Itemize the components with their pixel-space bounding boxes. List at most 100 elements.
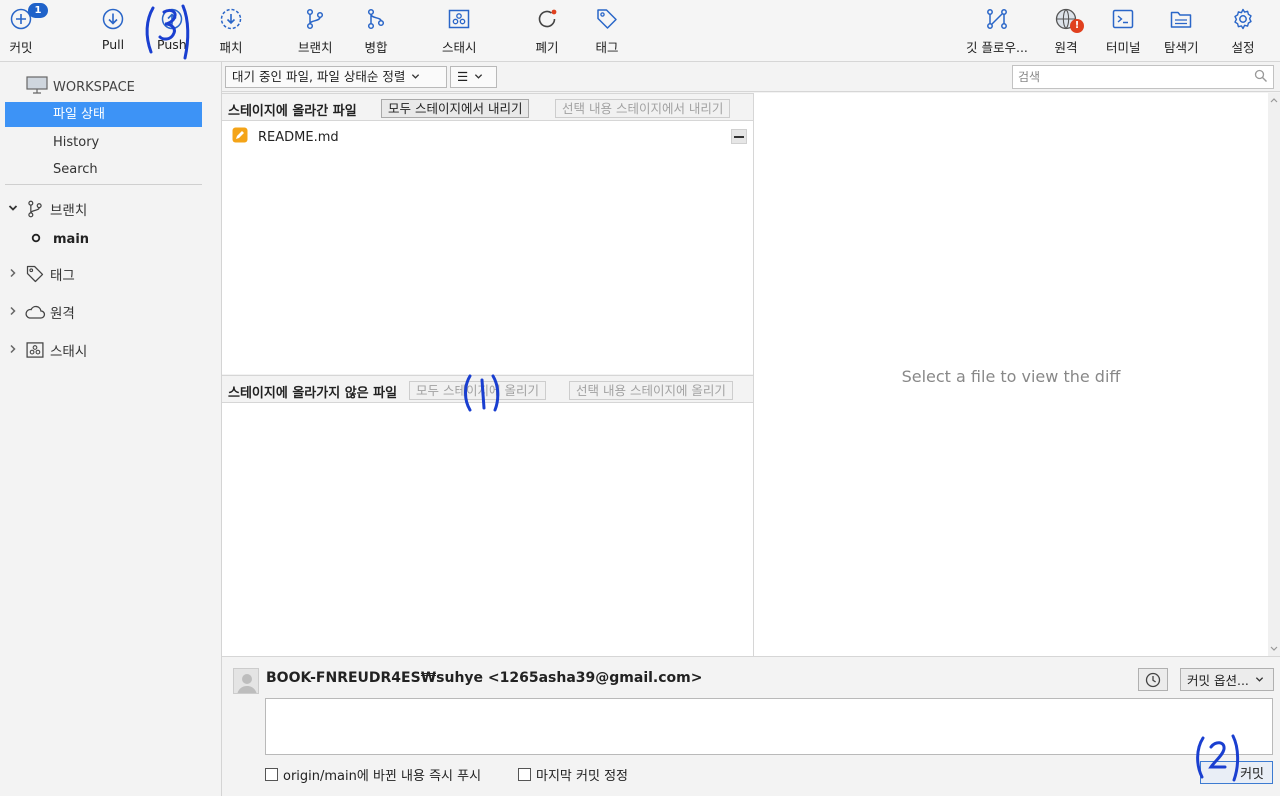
file-status-dropdown[interactable]: 대기 중인 파일, 파일 상태순 정렬 [225, 66, 447, 88]
settings-button[interactable]: 설정 [1230, 6, 1256, 56]
sidebar-section-tags[interactable]: 태그 [8, 263, 75, 285]
pull-button[interactable]: Pull [100, 6, 126, 56]
commit-panel: BOOK-FNREUDR4ES₩suhye <1265asha39@gmail.… [222, 656, 1280, 796]
chevron-right-icon [8, 268, 20, 281]
sidebar-item-history[interactable]: History [5, 130, 202, 155]
commit-history-button[interactable] [1138, 668, 1168, 691]
discard-button[interactable]: 폐기 [534, 6, 560, 56]
amend-commit-checkbox[interactable]: 마지막 커밋 정정 [518, 765, 628, 784]
toolbar: 1 커밋 Pull Push 패치 브랜치 병합 스태시 폐기 태그 깃 플로우… [0, 0, 1280, 62]
push-icon [159, 6, 185, 32]
cloud-icon [24, 301, 46, 323]
settings-label: 설정 [1231, 40, 1255, 55]
sidebar: WORKSPACE 파일 상태 History Search 브랜치 main … [0, 62, 222, 796]
commit-count-badge: 1 [28, 3, 48, 18]
gear-icon [1230, 6, 1256, 32]
merge-label: 병합 [364, 40, 388, 55]
workspace-label: WORKSPACE [53, 79, 135, 95]
filter-bar: 대기 중인 파일, 파일 상태순 정렬 ☰ [222, 62, 1280, 92]
staged-files-title: 스테이지에 올라간 파일 [228, 104, 357, 119]
clock-icon [1145, 672, 1161, 687]
file-status-dropdown-value: 대기 중인 파일, 파일 상태순 정렬 [232, 69, 406, 84]
push-immediately-label: origin/main에 바뀐 내용 즉시 푸시 [283, 769, 482, 784]
current-branch-icon [31, 232, 41, 247]
pull-label: Pull [101, 37, 125, 52]
view-mode-dropdown[interactable]: ☰ [450, 66, 497, 88]
sidebar-item-file-status[interactable]: 파일 상태 [5, 102, 202, 127]
discard-icon [534, 6, 560, 32]
staged-files-pane: 스테이지에 올라간 파일 모두 스테이지에서 내리기 선택 내용 스테이지에서 … [222, 93, 753, 374]
merge-icon [363, 6, 389, 32]
unstage-file-icon[interactable] [731, 129, 747, 144]
push-immediately-checkbox[interactable]: origin/main에 바뀐 내용 즉시 푸시 [265, 765, 481, 784]
sidebar-item-search[interactable]: Search [5, 157, 202, 182]
scroll-down-icon [1270, 646, 1278, 651]
file-name: README.md [258, 129, 339, 145]
unstage-selected-button[interactable]: 선택 내용 스테이지에서 내리기 [555, 99, 731, 118]
chevron-down-icon [8, 203, 20, 216]
unstaged-files-title: 스테이지에 올라가지 않은 파일 [228, 386, 398, 401]
commit-button[interactable]: 1 커밋 [8, 3, 48, 56]
terminal-button[interactable]: 터미널 [1106, 6, 1141, 56]
git-flow-label: 깃 플로우... [966, 40, 1028, 55]
checkbox-box [265, 768, 278, 781]
git-flow-button[interactable]: 깃 플로우... [966, 6, 1028, 56]
amend-commit-label: 마지막 커밋 정정 [536, 769, 628, 784]
remote-label: 원격 [1054, 40, 1078, 55]
branch-item-main[interactable]: main [31, 232, 89, 247]
branch-icon [24, 198, 46, 220]
modified-file-icon [232, 127, 248, 147]
fetch-icon [218, 6, 244, 32]
stage-all-button[interactable]: 모두 스테이지에 올리기 [409, 381, 546, 400]
chevron-right-icon [8, 306, 20, 319]
folder-icon [1168, 6, 1194, 32]
branches-label: 브랜치 [50, 203, 88, 219]
terminal-icon [1110, 6, 1136, 32]
chevron-down-icon [474, 67, 483, 87]
merge-button[interactable]: 병합 [363, 6, 389, 56]
terminal-label: 터미널 [1106, 40, 1141, 55]
stash-icon [446, 6, 472, 32]
remote-button[interactable]: ! 원격 [1053, 6, 1084, 56]
checkbox-box [518, 768, 531, 781]
unstaged-files-header: 스테이지에 올라가지 않은 파일 모두 스테이지에 올리기 선택 내용 스테이지… [222, 375, 753, 403]
branch-icon [302, 6, 328, 32]
fetch-button[interactable]: 패치 [218, 6, 244, 56]
branch-name: main [53, 232, 90, 247]
diff-view: Select a file to view the diff [754, 93, 1268, 656]
chevron-down-icon [411, 67, 420, 87]
unstaged-files-pane: 스테이지에 올라가지 않은 파일 모두 스테이지에 올리기 선택 내용 스테이지… [222, 375, 753, 656]
fetch-label: 패치 [219, 40, 243, 55]
commit-author: BOOK-FNREUDR4ES₩suhye <1265asha39@gmail.… [266, 670, 703, 686]
stash-button[interactable]: 스태시 [442, 6, 477, 56]
pull-icon [100, 6, 126, 32]
commit-options-label: 커밋 옵션... [1187, 673, 1249, 688]
commit-options-dropdown[interactable]: 커밋 옵션... [1180, 668, 1274, 691]
sidebar-section-branches[interactable]: 브랜치 [8, 198, 87, 220]
unstage-all-button[interactable]: 모두 스테이지에서 내리기 [381, 99, 530, 118]
commit-submit-button[interactable]: 커밋 [1200, 761, 1273, 784]
search-box [1012, 65, 1274, 89]
search-input[interactable] [1013, 66, 1243, 88]
git-flow-icon [984, 6, 1010, 32]
branch-button[interactable]: 브랜치 [298, 6, 333, 56]
branch-label: 브랜치 [298, 40, 333, 55]
commit-message-box [265, 698, 1273, 755]
staged-file-row[interactable]: README.md [222, 125, 753, 149]
avatar [233, 668, 259, 694]
commit-message-input[interactable] [266, 699, 1272, 754]
stash-label: 스태시 [442, 40, 477, 55]
push-button[interactable]: Push [157, 6, 187, 56]
diff-empty-message: Select a file to view the diff [901, 367, 1121, 386]
tag-button[interactable]: 태그 [594, 6, 620, 56]
stashes-label: 스태시 [50, 344, 88, 360]
tag-icon [24, 263, 46, 285]
sidebar-section-stashes[interactable]: 스태시 [8, 339, 87, 361]
explorer-label: 탐색기 [1164, 40, 1199, 55]
diff-scrollbar[interactable] [1268, 93, 1280, 656]
stage-selected-button[interactable]: 선택 내용 스테이지에 올리기 [569, 381, 733, 400]
chevron-down-icon [1255, 677, 1264, 682]
sidebar-section-remotes[interactable]: 원격 [8, 301, 75, 323]
explorer-button[interactable]: 탐색기 [1164, 6, 1199, 56]
tag-icon [594, 6, 620, 32]
